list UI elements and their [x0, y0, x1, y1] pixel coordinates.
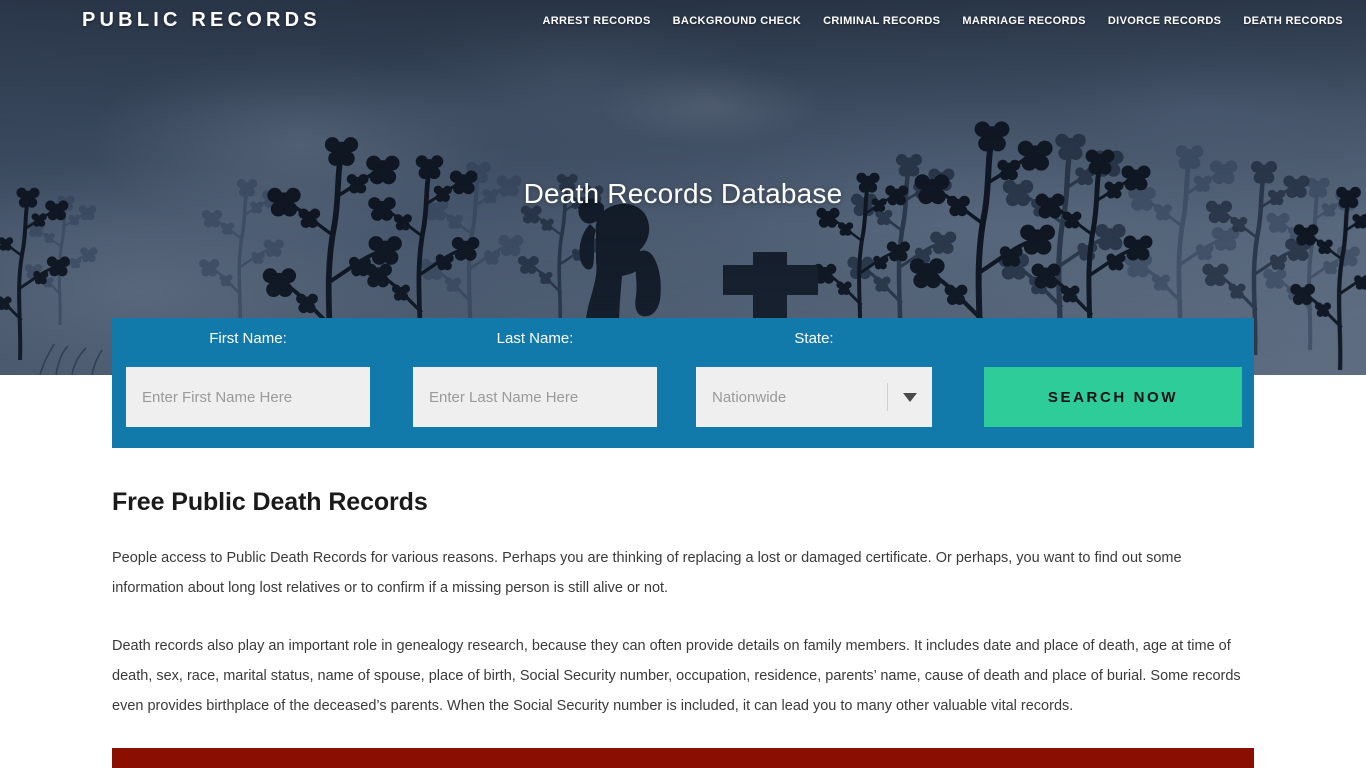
form-field-row: Nationwide SEARCH NOW: [112, 367, 1254, 427]
main-navigation: ARREST RECORDS BACKGROUND CHECK CRIMINAL…: [531, 15, 1354, 27]
accent-bar: [112, 748, 1254, 768]
state-dropdown[interactable]: Nationwide: [696, 367, 932, 427]
site-header: PUBLIC RECORDS ARREST RECORDS BACKGROUND…: [0, 0, 1366, 44]
state-selected-value: Nationwide: [712, 388, 787, 406]
nav-item-divorce-records[interactable]: DIVORCE RECORDS: [1097, 15, 1232, 27]
nav-item-death-records[interactable]: DEATH RECORDS: [1232, 15, 1354, 27]
nav-item-criminal-records[interactable]: CRIMINAL RECORDS: [812, 15, 951, 27]
brand-logo[interactable]: PUBLIC RECORDS: [82, 9, 321, 32]
form-label-row: First Name: Last Name: State:: [112, 330, 1254, 356]
nav-item-background-check[interactable]: BACKGROUND CHECK: [662, 15, 812, 27]
details-paragraph: Death records also play an important rol…: [112, 638, 1241, 714]
nav-item-marriage-records[interactable]: MARRIAGE RECORDS: [951, 15, 1097, 27]
state-label: State:: [794, 330, 834, 347]
chevron-down-icon: [888, 392, 932, 402]
search-form-panel: First Name: Last Name: State: Nationwide…: [112, 318, 1254, 448]
search-now-button[interactable]: SEARCH NOW: [984, 367, 1242, 427]
first-name-label: First Name:: [209, 330, 287, 347]
intro-paragraph: People access to Public Death Records fo…: [112, 550, 1182, 596]
nav-item-arrest-records[interactable]: ARREST RECORDS: [531, 15, 661, 27]
section-title: Free Public Death Records: [112, 488, 428, 516]
last-name-input[interactable]: [413, 367, 657, 427]
first-name-input[interactable]: [126, 367, 370, 427]
last-name-label: Last Name:: [496, 330, 574, 347]
page-title: Death Records Database: [523, 178, 843, 209]
